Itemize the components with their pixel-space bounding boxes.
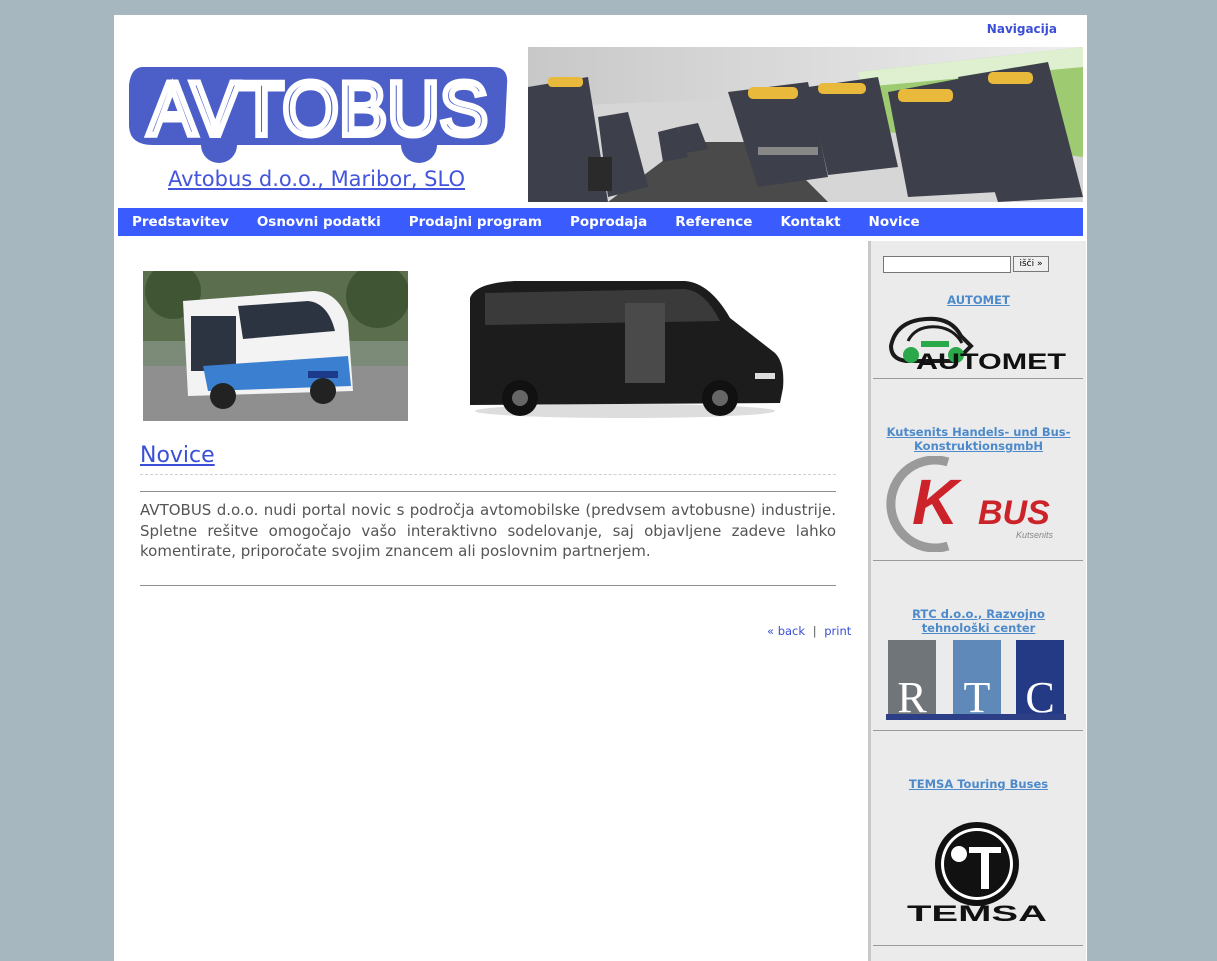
menu-item-novice[interactable]: Novice [855, 214, 934, 230]
kbus-logo[interactable]: K BUS Kutsenits [886, 455, 1071, 553]
menu-item-reference[interactable]: Reference [661, 214, 766, 230]
main-menu: Predstavitev Osnovni podatki Prodajni pr… [118, 208, 1083, 236]
minibus-photo [143, 271, 408, 421]
kbus-logo-text: BUS [978, 494, 1050, 532]
kbus-logo-subtext: Kutsenits [1016, 530, 1054, 540]
partner-link-automet[interactable]: AUTOMET [881, 293, 1076, 307]
menu-item-poprodaja[interactable]: Poprodaja [556, 214, 661, 230]
divider-top [140, 491, 836, 492]
search-input[interactable] [883, 256, 1011, 273]
print-link[interactable]: print [824, 624, 851, 638]
kbus-logo-letter: K [912, 466, 963, 538]
partner-link-rtc[interactable]: RTC d.o.o., Razvojno tehnološki center [881, 607, 1076, 635]
temsa-logo[interactable]: TEMSA [891, 819, 1066, 926]
black-van-photo [455, 273, 787, 420]
temsa-logo-text: TEMSA [907, 901, 1047, 923]
logo-text: AVTOBUS [148, 67, 488, 152]
automet-logo[interactable]: AUTOMET [886, 311, 1071, 374]
bus-interior-image [528, 47, 1083, 202]
menu-item-prodajni-program[interactable]: Prodajni program [395, 214, 556, 230]
page-container: Navigacija AVTOBUS Avtobus d.o.o., Marib… [114, 15, 1087, 961]
navigation-link[interactable]: Navigacija [987, 22, 1057, 36]
menu-item-kontakt[interactable]: Kontakt [766, 214, 854, 230]
partner-link-kutsenits[interactable]: Kutsenits Handels- und Bus-Konstruktions… [881, 425, 1076, 453]
sidebar-divider [873, 945, 1083, 946]
rtc-logo-letter-r: R [897, 673, 927, 722]
sidebar-divider [873, 730, 1083, 731]
sidebar: išči » AUTOMET AUTOMET Kutsenits Handels… [868, 241, 1086, 961]
dotted-divider [140, 474, 836, 475]
rtc-logo[interactable]: R T C [886, 640, 1069, 722]
menu-item-osnovni-podatki[interactable]: Osnovni podatki [243, 214, 395, 230]
automet-logo-text: AUTOMET [916, 349, 1067, 373]
news-description: AVTOBUS d.o.o. nudi portal novic s podro… [140, 501, 836, 560]
back-link[interactable]: « back [767, 624, 805, 638]
search-button[interactable]: išči » [1013, 256, 1049, 272]
sidebar-divider [873, 560, 1083, 561]
company-link[interactable]: Avtobus d.o.o., Maribor, SLO [168, 167, 465, 191]
rtc-logo-letter-t: T [964, 673, 991, 722]
partner-link-temsa[interactable]: TEMSA Touring Buses [881, 777, 1076, 791]
menu-item-predstavitev[interactable]: Predstavitev [118, 214, 243, 230]
link-separator: | [812, 624, 817, 638]
rtc-logo-letter-c: C [1025, 673, 1054, 722]
sidebar-divider [873, 378, 1083, 379]
footer-links: « back | print [767, 624, 851, 638]
page-title[interactable]: Novice [140, 443, 215, 468]
avtobus-logo[interactable]: AVTOBUS [127, 64, 509, 165]
divider-bottom [140, 585, 836, 586]
